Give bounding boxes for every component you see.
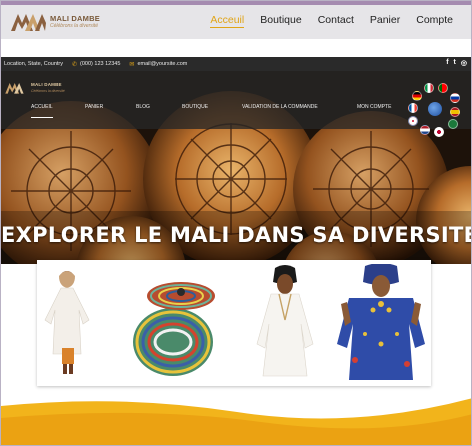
flag-fr-icon[interactable] (408, 103, 418, 113)
flag-de-icon[interactable] (412, 91, 422, 101)
twitter-icon[interactable]: t (454, 59, 456, 67)
nav-panier[interactable]: Panier (370, 14, 400, 28)
inner-menu-boutique[interactable]: BOUTIQUE (182, 104, 208, 110)
decorative-wave (1, 398, 471, 445)
hero-section: MALI DAMBE Célébrons la diversité ACCUEI… (1, 71, 472, 264)
site-header: MALI DAMBE Célébrons la diversité Acceui… (1, 5, 471, 39)
inner-menu-mon-compte[interactable]: MON COMPTE (357, 104, 391, 110)
flag-it-icon[interactable] (424, 83, 434, 93)
phone-item[interactable]: ✆ (000) 123 12345 (72, 61, 120, 68)
flag-nl-icon[interactable] (420, 125, 430, 135)
products-card (37, 260, 431, 386)
brand-name: MALI DAMBE (50, 13, 100, 23)
inner-brand-tagline: Célébrons la diversité (31, 88, 65, 93)
inner-logo[interactable]: MALI DAMBE Célébrons la diversité (4, 81, 65, 95)
flag-ru-icon[interactable] (450, 93, 460, 103)
mail-icon: ✉ (129, 61, 135, 68)
location-text: Location, State, Country (4, 61, 64, 67)
inner-menu-accueil[interactable]: ACCUEIL (31, 104, 53, 110)
nav-boutique[interactable]: Boutique (260, 14, 301, 28)
email-item[interactable]: ✉ email@yoursite.com (129, 61, 187, 68)
product-image-woman-blue-boubou[interactable] (335, 264, 427, 382)
inner-brand-name: MALI DAMBE (31, 82, 62, 87)
flag-en-icon[interactable] (408, 116, 418, 126)
main-nav: Acceuil Boutique Contact Panier Compte (194, 14, 453, 28)
nav-compte[interactable]: Compte (416, 14, 453, 28)
phone-text: (000) 123 12345 (80, 61, 121, 67)
hero-title: EXPLORER LE MALI DANS SA DIVERSITE (1, 223, 472, 247)
facebook-icon[interactable]: f (446, 59, 448, 67)
hero-inner-navbar: MALI DAMBE Célébrons la diversité ACCUEI… (1, 71, 471, 129)
flag-pt-icon[interactable] (438, 83, 448, 93)
globe-icon[interactable] (428, 102, 442, 116)
flag-ja-icon[interactable] (434, 127, 444, 137)
instagram-icon[interactable]: ◎ (461, 59, 467, 67)
nav-accueil[interactable]: Acceuil (210, 14, 245, 28)
products-section (1, 260, 471, 445)
flag-ar-icon[interactable] (448, 119, 458, 129)
product-image-woman-white-boubou[interactable] (253, 264, 317, 382)
social-links: f t ◎ (441, 59, 467, 67)
nav-contact[interactable]: Contact (318, 14, 354, 28)
logo-mark-icon (11, 14, 46, 31)
spacer (1, 39, 471, 57)
page: MALI DAMBE Célébrons la diversité Acceui… (0, 0, 472, 446)
flag-es-icon[interactable] (450, 107, 460, 117)
inner-menu-blog[interactable]: BLOG (136, 104, 150, 110)
site-logo[interactable]: MALI DAMBE Célébrons la diversité (9, 11, 100, 33)
active-indicator (31, 117, 53, 118)
product-image-woven-basket[interactable] (121, 264, 225, 382)
brand-tagline: Célébrons la diversité (50, 23, 99, 30)
phone-icon: ✆ (72, 61, 78, 68)
product-image-woman-white-dress[interactable] (39, 264, 95, 382)
info-bar: Location, State, Country ✆ (000) 123 123… (1, 57, 471, 71)
email-text: email@yoursite.com (137, 61, 188, 67)
inner-logo-mark-icon (5, 82, 24, 94)
inner-menu-validation[interactable]: VALIDATION DE LA COMMANDE (242, 104, 318, 110)
inner-menu-panier[interactable]: PANIER (85, 104, 103, 110)
location-item: Location, State, Country (4, 61, 63, 67)
